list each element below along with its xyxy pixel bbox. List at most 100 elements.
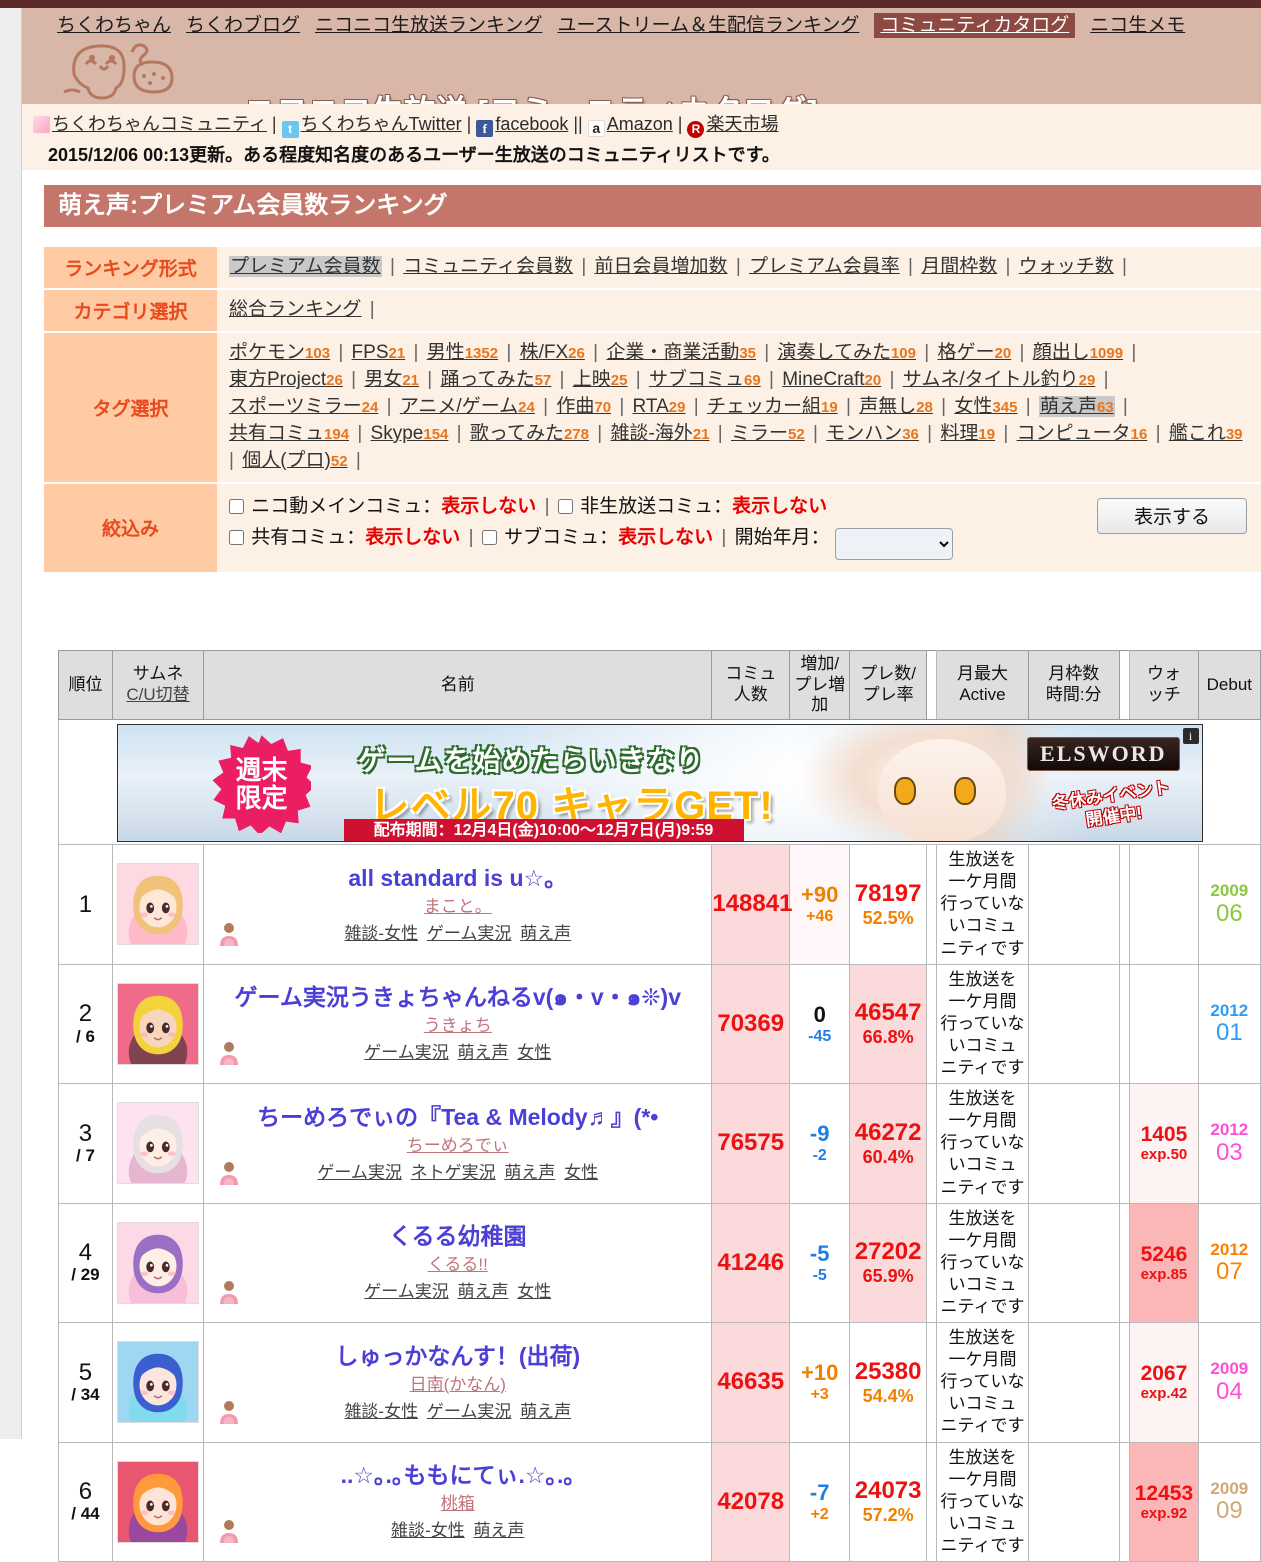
tag-18[interactable]: RTA29 (633, 396, 686, 417)
row-tag-3[interactable]: 女性 (564, 1163, 598, 1182)
nav-item-1[interactable]: ちくわブログ (186, 15, 300, 36)
community-name[interactable]: ゲーム実況うきょちゃんねるv(๑・v・๑❊)v (210, 984, 705, 1011)
tag-31[interactable]: 艦これ39 (1169, 423, 1243, 444)
tag-22[interactable]: 萌え声63 (1038, 395, 1115, 417)
cell-thumbnail[interactable] (111, 1322, 205, 1443)
row-tag-1[interactable]: ゲーム実況 (427, 924, 512, 943)
ranking-format-2[interactable]: 前日会員増加数 (595, 256, 728, 277)
row-tag-2[interactable]: 萌え声 (520, 924, 571, 943)
row-tag-2[interactable]: 女性 (517, 1043, 551, 1062)
tag-14[interactable]: サムネ/タイトル釣り29 (903, 369, 1096, 390)
social-link-3[interactable]: Amazon (607, 114, 673, 134)
tag-29[interactable]: 料理19 (940, 423, 995, 444)
community-owner[interactable]: うきょち (424, 1016, 492, 1035)
social-link-1[interactable]: ちくわちゃんTwitter (301, 114, 462, 134)
tag-16[interactable]: アニメ/ゲーム24 (400, 396, 535, 417)
tag-10[interactable]: 踊ってみた57 (441, 369, 552, 390)
community-thumbnail[interactable] (117, 982, 200, 1065)
ranking-format-3[interactable]: プレミアム会員率 (749, 256, 900, 277)
row-tag-0[interactable]: 雑談-女性 (344, 924, 418, 943)
community-thumbnail[interactable] (117, 1341, 200, 1424)
community-thumbnail[interactable] (117, 1102, 200, 1185)
tag-8[interactable]: 東方Project26 (229, 369, 343, 390)
tag-26[interactable]: 雑談-海外21 (610, 423, 709, 444)
cell-thumbnail[interactable] (111, 1441, 205, 1562)
row-tag-0[interactable]: 雑談-女性 (391, 1521, 465, 1540)
tag-32[interactable]: 個人(プロ)52 (242, 450, 347, 471)
tag-27[interactable]: ミラー52 (731, 423, 805, 444)
cell-thumbnail[interactable] (111, 1202, 205, 1324)
tag-15[interactable]: スポーツミラー24 (229, 396, 378, 417)
nav-item-3[interactable]: ユーストリーム＆生配信ランキング (557, 15, 859, 36)
start-month-select[interactable] (834, 527, 953, 560)
ranking-format-4[interactable]: 月間枠数 (921, 256, 997, 277)
tag-6[interactable]: 格ゲー20 (938, 342, 1012, 363)
community-name[interactable]: ..☆｡.｡ももにてぃ.☆｡.｡ (210, 1462, 705, 1489)
cell-thumbnail[interactable] (111, 963, 205, 1085)
community-owner[interactable]: 日南(かなん) (410, 1375, 506, 1394)
row-tag-2[interactable]: 萌え声 (504, 1163, 555, 1182)
tag-7[interactable]: 顔出し1099 (1033, 342, 1123, 363)
tag-2[interactable]: 男性1352 (427, 342, 498, 363)
tag-17[interactable]: 作曲70 (556, 396, 611, 417)
row-tag-0[interactable]: ゲーム実況 (317, 1163, 402, 1182)
tag-20[interactable]: 声無し28 (859, 396, 933, 417)
checkbox-shared-comu[interactable] (229, 530, 244, 546)
community-thumbnail[interactable] (117, 1460, 200, 1543)
tag-11[interactable]: 上映25 (573, 369, 628, 390)
row-tag-1[interactable]: 萌え声 (473, 1521, 524, 1540)
row-tag-2[interactable]: 萌え声 (520, 1402, 571, 1421)
social-link-4[interactable]: 楽天市場 (706, 114, 778, 134)
row-tag-1[interactable]: ゲーム実況 (427, 1402, 512, 1421)
community-owner[interactable]: 桃箱 (441, 1494, 475, 1513)
row-tag-1[interactable]: 萌え声 (458, 1043, 509, 1062)
ranking-format-0[interactable]: プレミアム会員数 (229, 256, 382, 277)
community-name[interactable]: しゅっかなんす！(出荷) (210, 1343, 705, 1370)
tag-30[interactable]: コンピュータ16 (1017, 423, 1148, 444)
tag-13[interactable]: MineCraft20 (782, 369, 881, 390)
tag-19[interactable]: チェッカー組19 (707, 396, 838, 417)
tag-9[interactable]: 男女21 (364, 369, 419, 390)
tag-3[interactable]: 株/FX26 (520, 342, 585, 363)
community-name[interactable]: くるる幼稚園 (210, 1223, 705, 1250)
ranking-format-5[interactable]: ウォッチ数 (1019, 256, 1114, 277)
community-owner[interactable]: まこと。 (424, 897, 492, 916)
tag-25[interactable]: 歌ってみた278 (470, 423, 589, 444)
nav-item-2[interactable]: ニコニコ生放送ランキング (315, 15, 542, 36)
header-cu-toggle-link[interactable]: C/U切替 (126, 685, 189, 704)
social-link-2[interactable]: facebook (495, 114, 568, 134)
row-tag-0[interactable]: ゲーム実況 (364, 1282, 449, 1301)
tag-1[interactable]: FPS21 (352, 342, 406, 363)
tag-4[interactable]: 企業・商業活動35 (606, 342, 756, 363)
social-link-0[interactable]: ちくわちゃんコミュニティ (52, 114, 267, 134)
row-tag-0[interactable]: 雑談-女性 (344, 1402, 418, 1421)
checkbox-nicodo-main[interactable] (229, 498, 244, 514)
community-owner[interactable]: くるる!! (428, 1255, 488, 1274)
ranking-format-1[interactable]: コミュニティ会員数 (403, 256, 573, 277)
tag-28[interactable]: モンハン36 (826, 423, 919, 444)
row-tag-1[interactable]: 萌え声 (458, 1282, 509, 1301)
row-tag-1[interactable]: ネトゲ実況 (411, 1163, 496, 1182)
ad-info-icon[interactable]: i (1182, 728, 1199, 745)
community-thumbnail[interactable] (117, 863, 200, 946)
nav-item-5[interactable]: ニコ生メモ (1090, 15, 1185, 36)
row-tag-2[interactable]: 女性 (517, 1282, 551, 1301)
category-0[interactable]: 総合ランキング (229, 299, 361, 320)
community-name[interactable]: all standard is u☆。 (210, 865, 705, 892)
tag-21[interactable]: 女性345 (954, 396, 1017, 417)
nav-item-4[interactable]: コミュニティカタログ (874, 13, 1076, 38)
tag-5[interactable]: 演奏してみた109 (778, 342, 916, 363)
show-results-button[interactable]: 表示する (1097, 497, 1247, 534)
elsword-banner[interactable]: 週末 限定 ゲームを始めたらいきなり レベル70 キャラGET! 配布期間：12… (116, 724, 1203, 843)
checkbox-non-live[interactable] (557, 498, 573, 514)
community-thumbnail[interactable] (117, 1221, 200, 1304)
checkbox-sub-comu[interactable] (481, 530, 497, 546)
cell-thumbnail[interactable] (111, 844, 205, 965)
advertisement-cell[interactable]: 週末 限定 ゲームを始めたらいきなり レベル70 キャラGET! 配布期間：12… (58, 719, 1261, 846)
nav-item-0[interactable]: ちくわちゃん (57, 15, 171, 36)
tag-12[interactable]: サブコミュ69 (649, 369, 761, 390)
tag-24[interactable]: Skype154 (371, 423, 449, 444)
row-tag-0[interactable]: ゲーム実況 (364, 1043, 449, 1062)
community-name[interactable]: ちーめろでぃの『Tea & Melody♬』(*• (210, 1104, 705, 1131)
tag-0[interactable]: ポケモン103 (229, 342, 330, 363)
